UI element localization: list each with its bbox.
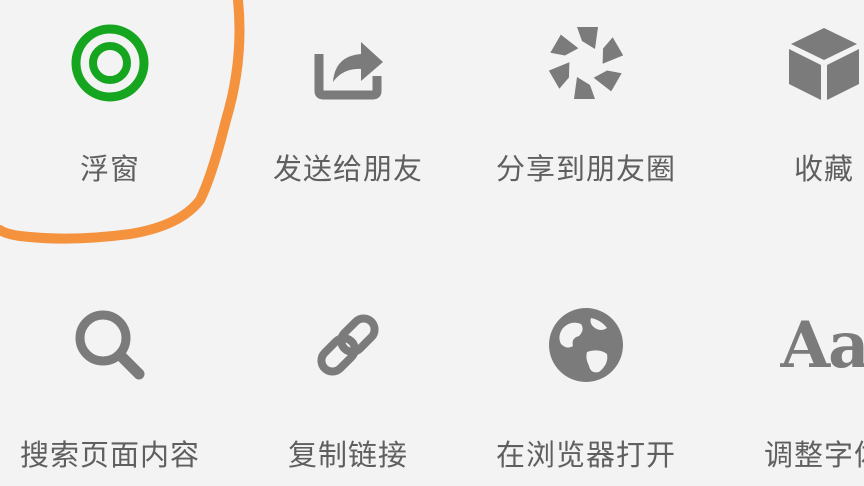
- link-icon: [303, 300, 393, 390]
- menu-item-label: 收藏: [793, 152, 854, 186]
- globe-icon: [541, 300, 631, 390]
- search-icon: [65, 300, 155, 390]
- menu-item-label: 搜索页面内容: [19, 438, 200, 472]
- menu-item-label: 在浏览器打开: [495, 438, 676, 472]
- favorites-cube-icon: [779, 18, 864, 108]
- menu-item-label: 分享到朋友圈: [495, 152, 676, 186]
- moments-aperture-icon: [541, 18, 631, 108]
- share-forward-icon: [303, 18, 393, 108]
- menu-item-label: 发送给朋友: [272, 152, 423, 186]
- menu-item-label: 浮窗: [79, 152, 140, 186]
- menu-item-label: 复制链接: [287, 438, 408, 472]
- menu-item-label: 调整字体: [763, 438, 864, 472]
- font-size-icon-text: Aa: [780, 307, 864, 383]
- font-size-icon: Aa: [779, 300, 864, 390]
- floating-window-icon: [65, 18, 155, 108]
